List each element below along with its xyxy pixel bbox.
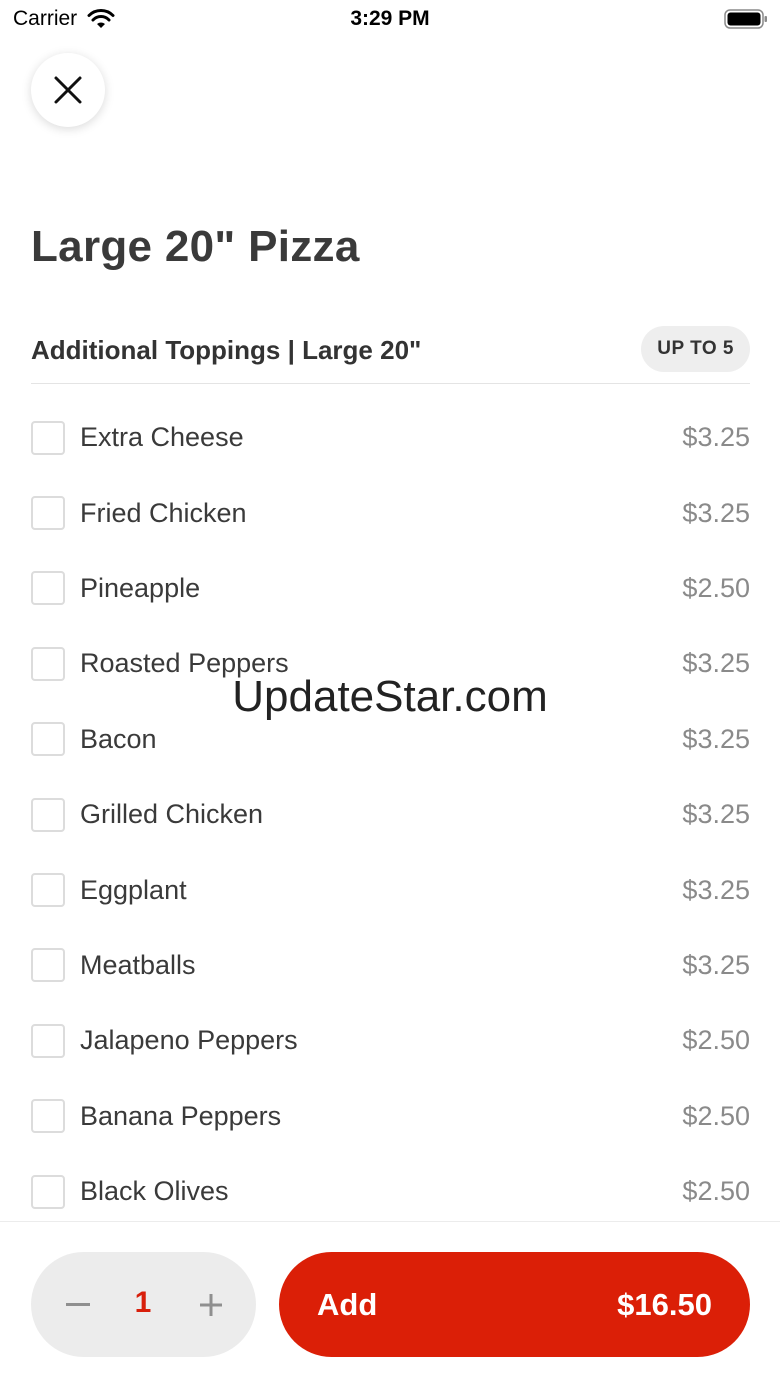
add-button-label: Add — [317, 1287, 378, 1322]
topping-checkbox[interactable] — [31, 873, 65, 908]
toppings-section-header: Additional Toppings | Large 20" UP TO 5 — [31, 326, 750, 384]
topping-name: Jalapeno Peppers — [80, 1025, 298, 1056]
plus-icon — [200, 1293, 222, 1316]
topping-name: Bacon — [80, 723, 157, 754]
topping-price: $3.25 — [682, 648, 750, 679]
topping-row[interactable]: Bacon $3.25 — [31, 702, 750, 777]
topping-row[interactable]: Grilled Chicken $3.25 — [31, 777, 750, 852]
battery-icon — [724, 9, 767, 29]
topping-price: $3.25 — [682, 874, 750, 905]
topping-checkbox[interactable] — [31, 1023, 65, 1058]
close-button[interactable] — [31, 53, 105, 127]
topping-row[interactable]: Jalapeno Peppers $2.50 — [31, 1003, 750, 1078]
topping-row[interactable]: Eggplant $3.25 — [31, 852, 750, 927]
topping-row[interactable]: Black Olives $2.50 — [31, 1154, 750, 1229]
topping-price: $3.25 — [682, 497, 750, 528]
topping-checkbox[interactable] — [31, 646, 65, 681]
bottom-action-bar: 1 Add $16.50 — [0, 1221, 780, 1387]
page-title: Large 20" Pizza — [31, 222, 360, 271]
topping-row[interactable]: Extra Cheese $3.25 — [31, 400, 750, 475]
topping-row[interactable]: Fried Chicken $3.25 — [31, 475, 750, 550]
topping-row[interactable]: Roasted Peppers $3.25 — [31, 626, 750, 701]
section-title: Additional Toppings | Large 20" — [31, 335, 422, 365]
topping-price: $3.25 — [682, 949, 750, 980]
quantity-stepper: 1 — [31, 1252, 256, 1357]
increment-button[interactable] — [194, 1252, 228, 1357]
add-to-order-button[interactable]: Add $16.50 — [279, 1252, 750, 1357]
topping-checkbox[interactable] — [31, 496, 65, 531]
topping-list: Extra Cheese $3.25 Fried Chicken $3.25 P… — [31, 400, 750, 1229]
topping-name: Black Olives — [80, 1176, 229, 1207]
topping-checkbox[interactable] — [31, 948, 65, 983]
topping-price: $2.50 — [682, 1100, 750, 1131]
topping-row[interactable]: Meatballs $3.25 — [31, 928, 750, 1003]
topping-name: Meatballs — [80, 949, 196, 980]
status-time: 3:29 PM — [350, 7, 430, 30]
topping-checkbox[interactable] — [31, 722, 65, 757]
topping-name: Roasted Peppers — [80, 648, 289, 679]
topping-price: $3.25 — [682, 422, 750, 453]
topping-name: Extra Cheese — [80, 422, 244, 453]
topping-name: Pineapple — [80, 572, 201, 603]
close-icon — [54, 76, 82, 104]
topping-checkbox[interactable] — [31, 797, 65, 832]
topping-row[interactable]: Banana Peppers $2.50 — [31, 1079, 750, 1154]
topping-price: $2.50 — [682, 572, 750, 603]
topping-name: Fried Chicken — [80, 497, 247, 528]
topping-price: $2.50 — [682, 1176, 750, 1207]
topping-checkbox[interactable] — [31, 420, 65, 455]
topping-checkbox[interactable] — [31, 1174, 65, 1209]
topping-checkbox[interactable] — [31, 1099, 65, 1134]
minus-icon — [66, 1303, 90, 1306]
topping-name: Grilled Chicken — [80, 799, 264, 830]
quantity-value: 1 — [134, 1286, 152, 1319]
limit-badge: UP TO 5 — [641, 326, 750, 372]
topping-checkbox[interactable] — [31, 571, 65, 606]
status-bar: Carrier 3:29 PM — [0, 0, 780, 40]
topping-name: Banana Peppers — [80, 1100, 282, 1131]
topping-price: $3.25 — [682, 799, 750, 830]
decrement-button[interactable] — [61, 1252, 95, 1357]
topping-price: $2.50 — [682, 1025, 750, 1056]
topping-row[interactable]: Pineapple $2.50 — [31, 551, 750, 626]
topping-price: $3.25 — [682, 723, 750, 754]
topping-name: Eggplant — [80, 874, 187, 905]
add-button-total: $16.50 — [617, 1287, 712, 1322]
